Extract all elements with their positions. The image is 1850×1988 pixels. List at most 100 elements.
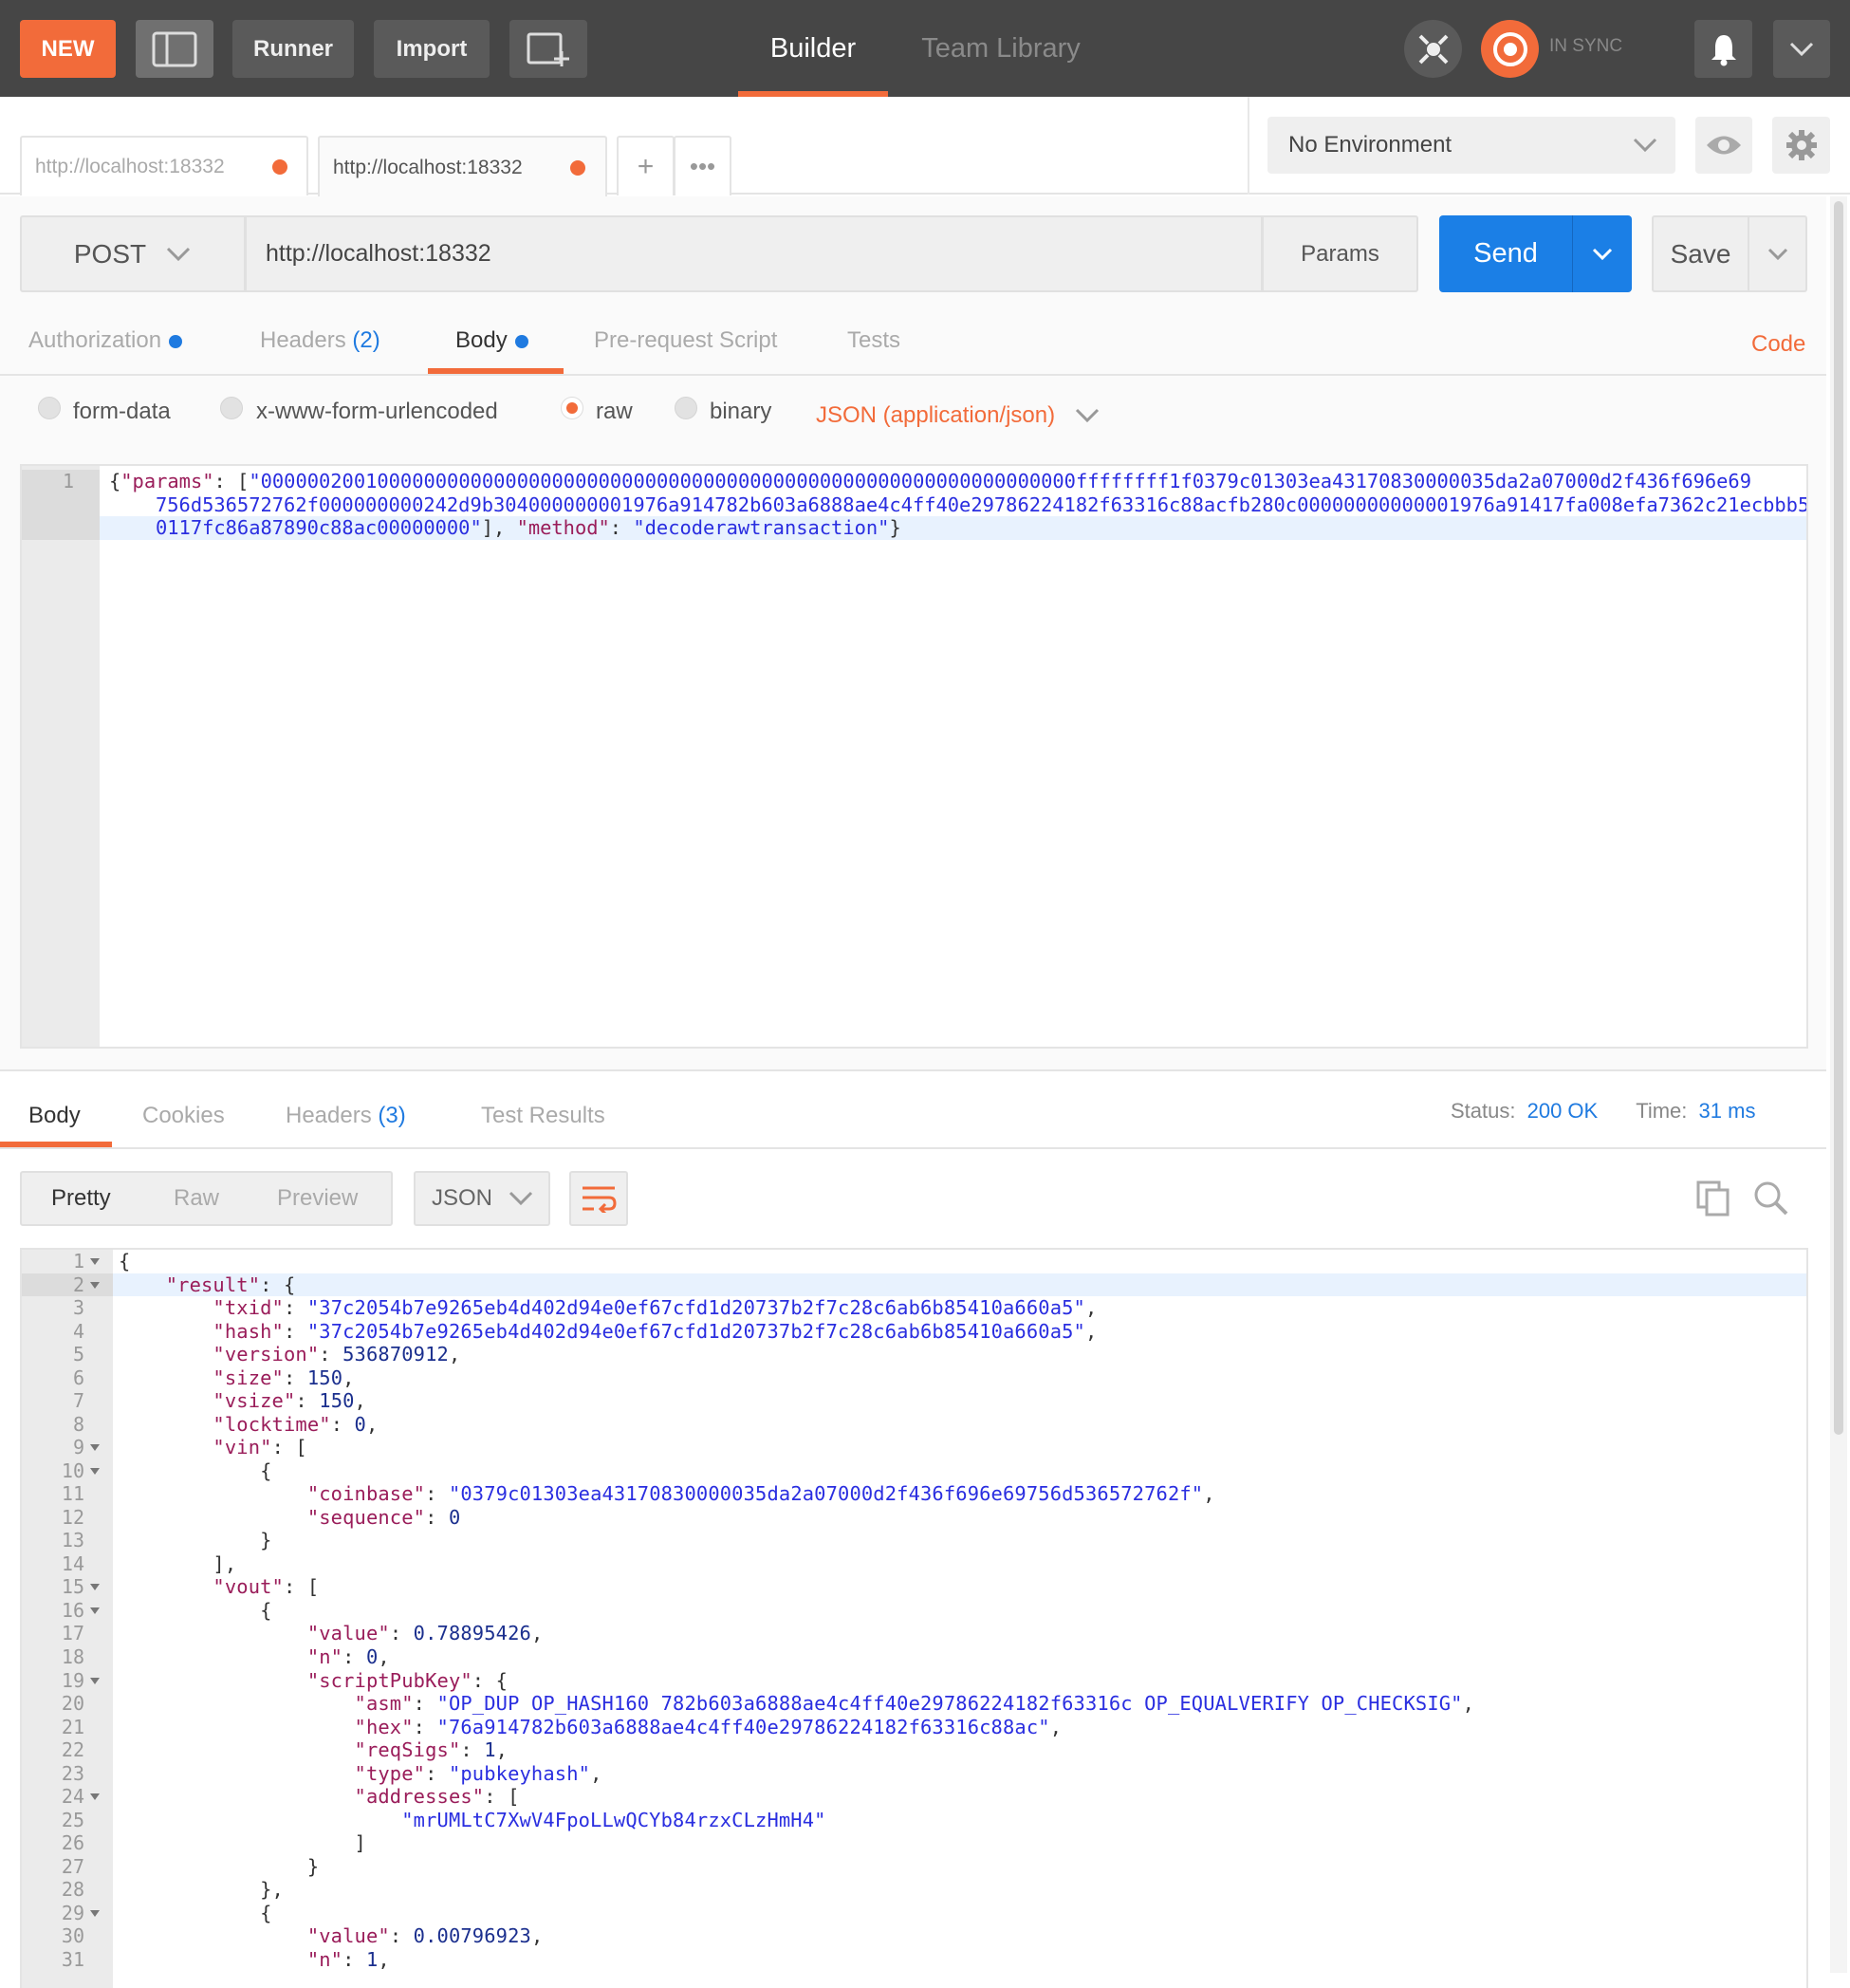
plus-icon: +: [637, 150, 655, 182]
code-line: {: [119, 1459, 272, 1483]
save-options-button[interactable]: [1748, 215, 1807, 292]
response-tab-cookies[interactable]: Cookies: [142, 1103, 225, 1129]
fold-arrow-icon[interactable]: [90, 1467, 100, 1475]
environment-select[interactable]: No Environment: [1267, 117, 1675, 174]
code-line: "value": 0.78895426,: [119, 1622, 543, 1645]
fold-arrow-icon[interactable]: [90, 1281, 100, 1289]
code-token: ],: [481, 516, 517, 539]
line-number: 20: [61, 1692, 84, 1716]
request-tab[interactable]: http://localhost:18332: [20, 136, 308, 195]
send-button[interactable]: Send: [1439, 215, 1572, 292]
code-token: ,: [590, 1761, 602, 1785]
radio-form-data[interactable]: [38, 397, 61, 419]
code-line: 0117fc86a87890c88ac00000000"], "method":…: [156, 516, 901, 540]
code-token: "pubkeyhash": [448, 1761, 591, 1785]
sync-status: IN SYNC: [1549, 36, 1623, 56]
code-line: {"params": ["000000200100000000000000000…: [109, 470, 1751, 493]
interceptor-button[interactable]: [1404, 20, 1462, 78]
send-label: Send: [1473, 238, 1538, 269]
tab-authorization[interactable]: Authorization: [28, 327, 183, 354]
notifications-button[interactable]: [1694, 20, 1752, 78]
radio-binary[interactable]: [675, 397, 697, 419]
active-dot-icon: [514, 334, 528, 348]
code-token: "37c2054b7e9265eb4d402d94e0ef67cfd1d2073…: [306, 1296, 1085, 1320]
environment-quick-look-button[interactable]: [1695, 117, 1752, 174]
tab-builder[interactable]: Builder: [738, 0, 888, 97]
line-number: 10: [61, 1458, 84, 1482]
view-pretty[interactable]: Pretty: [51, 1185, 111, 1212]
toggle-sidebar-button[interactable]: [136, 20, 213, 78]
fold-arrow-icon[interactable]: [90, 1677, 100, 1684]
code-line: },: [119, 1878, 284, 1902]
tab-tests[interactable]: Tests: [847, 327, 900, 354]
new-button[interactable]: NEW: [20, 20, 116, 78]
url-input[interactable]: http://localhost:18332: [245, 215, 1263, 292]
response-tab-test-results[interactable]: Test Results: [481, 1103, 605, 1129]
request-body-editor[interactable]: 1 {"params": ["0000002001000000000000000…: [20, 464, 1808, 1049]
code-link[interactable]: Code: [1751, 331, 1805, 358]
code-token: "version": [213, 1343, 320, 1366]
chevron-down-icon: [1076, 408, 1100, 423]
fold-arrow-icon[interactable]: [90, 1607, 100, 1614]
radio-raw[interactable]: [561, 397, 583, 419]
wrap-lines-button[interactable]: [569, 1171, 628, 1226]
binary-label: binary: [710, 399, 772, 424]
new-window-button[interactable]: [509, 20, 587, 78]
runner-button[interactable]: Runner: [232, 20, 354, 78]
code-token: ,: [448, 1343, 461, 1366]
format-select[interactable]: JSON: [414, 1171, 550, 1226]
divider: [1248, 97, 1249, 195]
tab-headers[interactable]: Headers (2): [260, 327, 380, 354]
tab-team-library[interactable]: Team Library: [916, 0, 1086, 97]
code-token: ,: [365, 1412, 379, 1436]
headers-count: (2): [352, 327, 380, 353]
search-icon[interactable]: [1753, 1180, 1789, 1217]
radio-x-www-form-urlencoded[interactable]: [220, 397, 243, 419]
tab-body[interactable]: Body: [455, 327, 528, 354]
request-tab-active[interactable]: http://localhost:18332: [318, 136, 607, 197]
params-button[interactable]: Params: [1262, 215, 1418, 292]
line-number: 9: [72, 1436, 84, 1459]
fold-arrow-icon[interactable]: [90, 1584, 100, 1591]
code-line: }: [119, 1529, 272, 1552]
method-select[interactable]: POST: [20, 215, 246, 292]
new-window-icon: [527, 32, 569, 66]
save-button[interactable]: Save: [1652, 215, 1749, 292]
fold-arrow-icon[interactable]: [90, 1793, 100, 1801]
tab-options-button[interactable]: •••: [674, 136, 731, 195]
code-token: :: [389, 1924, 414, 1948]
code-token: :: [460, 1738, 485, 1762]
content-type-select[interactable]: JSON (application/json): [816, 402, 1101, 429]
code-token: }: [119, 1529, 272, 1552]
fold-arrow-icon[interactable]: [90, 1909, 100, 1917]
import-button[interactable]: Import: [374, 20, 490, 78]
runner-label: Runner: [253, 35, 333, 62]
fold-arrow-icon[interactable]: [90, 1258, 100, 1265]
response-tab-body[interactable]: Body: [28, 1103, 81, 1129]
view-raw[interactable]: Raw: [174, 1185, 219, 1212]
scrollbar-thumb[interactable]: [1834, 201, 1843, 1435]
wrap-icon: [583, 1186, 617, 1213]
code-token: :: [389, 1622, 414, 1645]
scrollbar[interactable]: [1830, 196, 1847, 1973]
tab-pre-request-script[interactable]: Pre-request Script: [594, 327, 777, 354]
code-line: "type": "pubkeyhash",: [119, 1762, 602, 1786]
code-token: "value": [306, 1924, 390, 1948]
add-tab-button[interactable]: +: [617, 136, 675, 195]
fold-arrow-icon[interactable]: [90, 1444, 100, 1452]
code-token: :: [425, 1482, 449, 1506]
sync-button[interactable]: [1481, 20, 1539, 78]
top-bar: NEW Runner Import Builder Team Library I…: [0, 0, 1850, 97]
send-options-button[interactable]: [1572, 215, 1632, 292]
copy-icon[interactable]: [1696, 1180, 1730, 1217]
settings-menu-button[interactable]: [1773, 20, 1830, 78]
response-body-viewer[interactable]: 1{2 "result": {3 "txid": "37c2054b7e9265…: [20, 1248, 1808, 1988]
response-tab-headers[interactable]: Headers (3): [286, 1103, 406, 1129]
line-number: 8: [72, 1412, 84, 1436]
view-preview[interactable]: Preview: [277, 1185, 358, 1212]
manage-environments-button[interactable]: [1772, 117, 1830, 174]
code-token: "type": [354, 1761, 426, 1785]
code-line: "sequence": 0: [119, 1506, 460, 1530]
